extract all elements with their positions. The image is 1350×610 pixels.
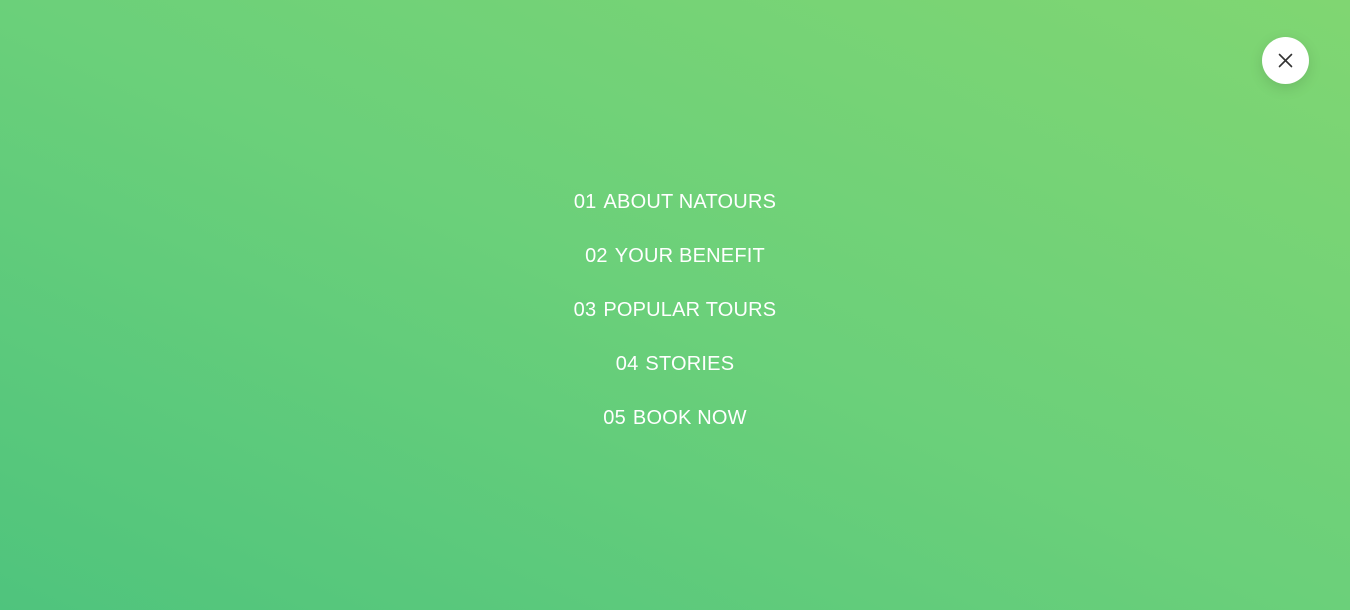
nav-item: 02 YOUR BENEFIT bbox=[0, 234, 1350, 288]
nav-item-number: 02 bbox=[585, 245, 608, 267]
nav-item-number: 01 bbox=[573, 191, 597, 213]
nav-item-label: ABOUT NATOURS bbox=[603, 191, 777, 213]
nav-item-label: YOUR BENEFIT bbox=[614, 245, 765, 267]
nav-item-label: BOOK NOW bbox=[632, 407, 747, 429]
navigation-list: 01 ABOUT NATOURS 02 YOUR BENEFIT 03 POPULAR… bbox=[0, 180, 1350, 450]
nav-item-number: 04 bbox=[615, 353, 639, 375]
nav-item: 03 POPULAR TOURS bbox=[0, 288, 1350, 342]
nav-item: 01 ABOUT NATOURS bbox=[0, 180, 1350, 234]
navigation-overlay: 01 ABOUT NATOURS 02 YOUR BENEFIT 03 POPULAR… bbox=[0, 0, 1350, 610]
nav-link-book-now[interactable]: 05 BOOK NOW bbox=[593, 396, 756, 440]
nav-item-number: 03 bbox=[573, 299, 597, 321]
close-icon bbox=[1278, 53, 1293, 68]
nav-item: 04 STORIES bbox=[0, 342, 1350, 396]
nav-item: 05 BOOK NOW bbox=[0, 396, 1350, 450]
nav-link-about-natours[interactable]: 01 ABOUT NATOURS bbox=[564, 180, 786, 224]
nav-item-number: 05 bbox=[603, 407, 626, 429]
close-button[interactable] bbox=[1262, 37, 1309, 84]
nav-link-your-benefit[interactable]: 02 YOUR BENEFIT bbox=[575, 234, 775, 278]
nav-link-popular-tours[interactable]: 03 POPULAR TOURS bbox=[564, 288, 787, 332]
nav-item-label: POPULAR TOURS bbox=[603, 299, 777, 321]
nav-link-stories[interactable]: 04 STORIES bbox=[606, 342, 745, 386]
nav-item-label: STORIES bbox=[645, 353, 735, 375]
